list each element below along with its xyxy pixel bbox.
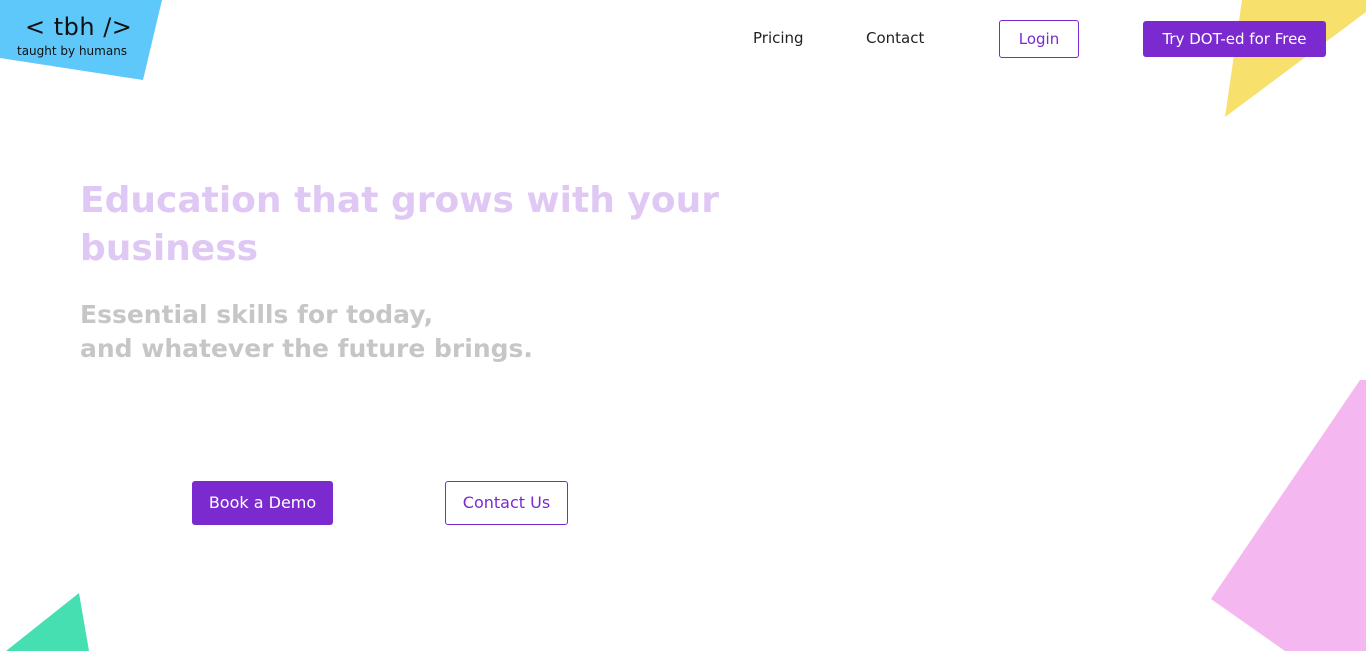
hero-subtitle: Essential skills for today, and whatever… <box>80 298 533 366</box>
try-free-button[interactable]: Try DOT-ed for Free <box>1143 21 1326 57</box>
login-button[interactable]: Login <box>999 20 1079 58</box>
logo-tagline: taught by humans <box>17 44 128 58</box>
contact-us-button[interactable]: Contact Us <box>445 481 568 525</box>
decor-triangle-yellow-icon <box>1225 0 1366 117</box>
logo-mark: < tbh /> <box>25 13 133 41</box>
nav-link-pricing[interactable]: Pricing <box>753 28 804 48</box>
book-demo-button[interactable]: Book a Demo <box>192 481 333 525</box>
hero-subtitle-line-1: Essential skills for today, <box>80 300 434 329</box>
hero-title: Education that grows with your business <box>80 180 719 269</box>
decor-triangle-teal-icon <box>6 593 89 651</box>
decor-triangle-pink-icon <box>1211 380 1366 651</box>
nav-link-contact[interactable]: Contact <box>866 28 924 48</box>
hero-subtitle-line-2: and whatever the future brings. <box>80 334 533 363</box>
brand-logo[interactable]: < tbh /> taught by humans <box>17 13 132 59</box>
